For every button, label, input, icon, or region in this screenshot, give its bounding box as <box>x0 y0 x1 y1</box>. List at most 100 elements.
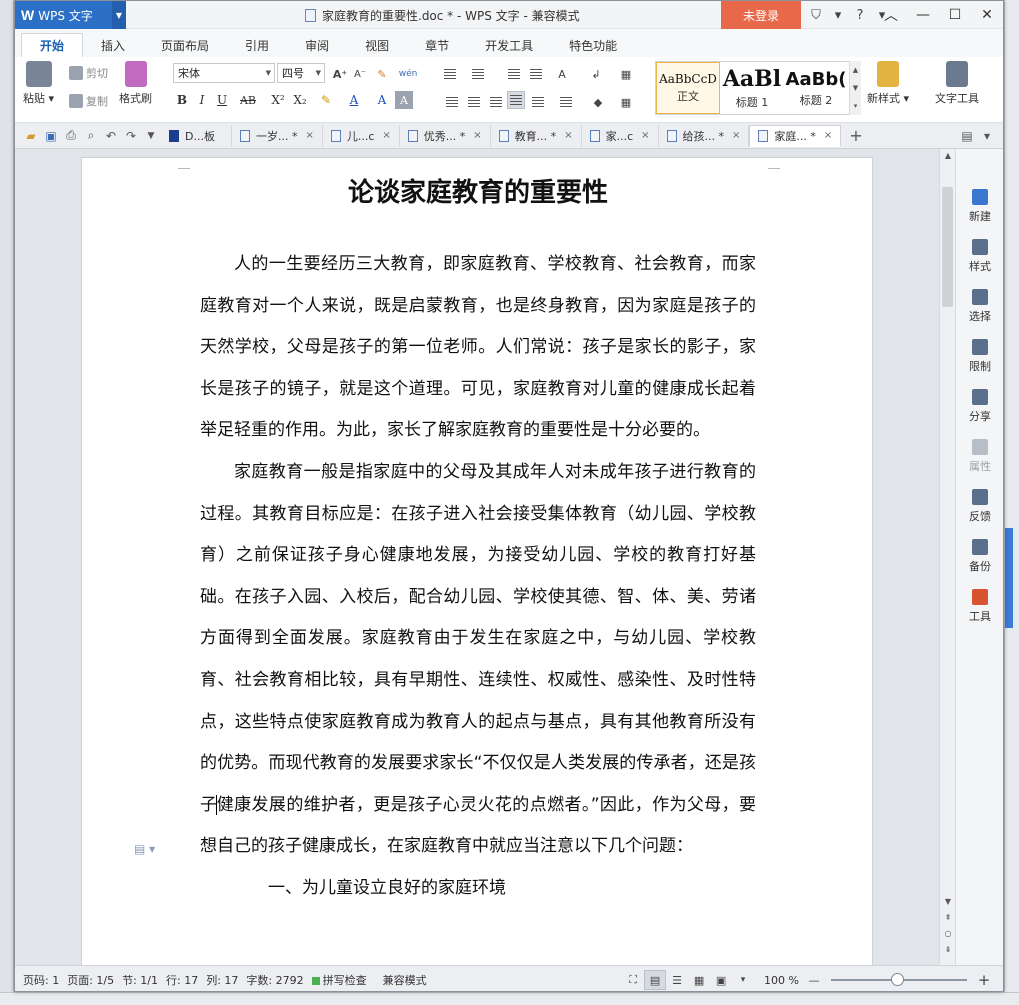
borders-icon[interactable]: ▦ <box>617 93 635 111</box>
superscript-icon[interactable]: X² <box>269 91 287 109</box>
undo-icon[interactable]: ↶ <box>101 126 121 146</box>
side-properties-button[interactable]: 属性 <box>956 439 1003 474</box>
close-icon[interactable]: × <box>473 130 481 141</box>
align-right-icon[interactable] <box>487 93 505 111</box>
side-feedback-button[interactable]: 反馈 <box>956 489 1003 524</box>
tab-home[interactable]: 开始 <box>21 33 84 57</box>
side-tools-button[interactable]: 工具 <box>956 589 1003 624</box>
doc-tab[interactable]: 给孩... * × <box>659 124 750 147</box>
bold-icon[interactable]: B <box>173 91 191 109</box>
style-gallery-scroll[interactable]: ▲ ▼ ▾ <box>849 61 861 115</box>
decrease-indent-icon[interactable] <box>505 65 523 83</box>
save-icon[interactable]: ▣ <box>41 126 61 146</box>
status-word-count[interactable]: 字数: 2792 <box>242 972 307 988</box>
phonetic-guide-icon[interactable]: wén <box>399 65 418 83</box>
tab-review[interactable]: 审阅 <box>287 33 347 57</box>
scrollbar-thumb[interactable] <box>942 187 953 307</box>
redo-icon[interactable]: ↷ <box>121 126 141 146</box>
view-dropdown-icon[interactable]: ▾ <box>732 970 754 990</box>
scroll-up-icon[interactable]: ▲ <box>940 151 956 160</box>
paragraph[interactable]: 一、为儿童设立良好的家庭环境 <box>200 868 756 910</box>
doc-tab[interactable]: 一岁... * × <box>232 124 323 147</box>
chinese-layout-icon[interactable]: A <box>553 65 571 83</box>
customize-dropdown-icon[interactable]: ▼ <box>141 126 161 146</box>
paste-button[interactable]: 粘贴 ▾ <box>23 61 54 106</box>
zoom-slider[interactable] <box>831 973 967 986</box>
open-folder-icon[interactable]: ▰ <box>21 126 41 146</box>
next-page-icon[interactable]: ⇟ <box>940 945 956 954</box>
tab-list-icon[interactable]: ▤ <box>957 126 977 146</box>
close-icon[interactable]: × <box>564 130 572 141</box>
clear-format-icon[interactable]: ✎ <box>373 65 391 83</box>
close-icon[interactable]: ✕ <box>971 1 1003 29</box>
new-tab-plus-icon[interactable]: + <box>841 125 870 147</box>
tab-sections[interactable]: 章节 <box>407 33 467 57</box>
gallery-expand-icon[interactable]: ▾ <box>854 102 858 110</box>
document-body[interactable]: 人的一生要经历三大教育，即家庭教育、学校教育、社会教育，而家庭教育对一个人来说，… <box>200 244 756 910</box>
status-row[interactable]: 行: 17 <box>162 972 202 988</box>
style-normal[interactable]: AaBbCcD 正文 <box>656 62 720 114</box>
tab-developer[interactable]: 开发工具 <box>467 33 551 57</box>
vertical-scrollbar[interactable]: ▲ ▼ ⇞ ○ ⇟ <box>939 149 955 965</box>
tab-menu-icon[interactable]: ▾ <box>977 126 997 146</box>
close-icon[interactable]: × <box>641 130 649 141</box>
print-preview-icon[interactable]: ⌕ <box>81 126 101 146</box>
side-share-button[interactable]: 分享 <box>956 389 1003 424</box>
highlight-icon[interactable]: ✎ <box>317 91 335 109</box>
app-menu-dropdown-icon[interactable]: ▼ <box>112 1 126 29</box>
font-name-select[interactable]: 宋体 ▼ <box>173 63 275 83</box>
doc-tab[interactable]: 家...c × <box>582 124 659 147</box>
zoom-slider-knob[interactable] <box>891 973 904 986</box>
status-page-number[interactable]: 页码: 1 <box>15 972 63 988</box>
status-spell-check[interactable]: 拼写检查 <box>308 972 371 988</box>
distributed-align-icon[interactable] <box>529 93 547 111</box>
side-backup-button[interactable]: 备份 <box>956 539 1003 574</box>
underline-icon[interactable]: U <box>213 91 231 109</box>
print-icon[interactable]: ⎙ <box>61 126 81 146</box>
italic-icon[interactable]: I <box>193 91 211 109</box>
web-view-icon[interactable]: ▦ <box>688 970 710 990</box>
format-painter-button[interactable]: 格式刷 <box>119 61 152 106</box>
grow-font-icon[interactable]: A⁺ <box>331 65 349 83</box>
tab-special-features[interactable]: 特色功能 <box>551 33 635 57</box>
status-section[interactable]: 节: 1/1 <box>118 972 162 988</box>
text-effect-icon[interactable]: A <box>373 91 391 109</box>
doc-tab-active[interactable]: 家庭... * × <box>749 124 842 147</box>
doc-tab[interactable]: D...板 <box>161 124 232 147</box>
document-page[interactable]: 论谈家庭教育的重要性 人的一生要经历三大教育，即家庭教育、学校教育、社会教育，而… <box>81 157 873 965</box>
paragraph[interactable]: 家庭教育一般是指家庭中的父母及其成年人对未成年孩子进行教育的过程。其教育目标应是… <box>200 452 756 868</box>
fullscreen-icon[interactable]: ⛶ <box>622 970 644 990</box>
copy-button[interactable]: 复制 <box>69 93 108 109</box>
side-styles-button[interactable]: 样式 <box>956 239 1003 274</box>
show-marks-icon[interactable]: ↲ <box>587 65 605 83</box>
doc-tab[interactable]: 教育... * × <box>491 124 582 147</box>
side-select-button[interactable]: 选择 <box>956 289 1003 324</box>
login-button[interactable]: 未登录 <box>721 1 801 29</box>
strikethrough-icon[interactable]: AB <box>239 91 257 109</box>
char-shading-icon[interactable]: A <box>395 91 413 109</box>
close-icon[interactable]: × <box>824 130 832 141</box>
line-spacing-icon[interactable] <box>557 93 575 111</box>
zoom-in-icon[interactable]: + <box>973 970 995 990</box>
select-browse-object-icon[interactable]: ○ <box>940 929 956 938</box>
text-tools-button[interactable]: 文字工具 <box>935 61 979 106</box>
shading-icon[interactable]: ◆ <box>589 93 607 111</box>
style-heading-2[interactable]: AaBb( 标题 2 <box>784 62 848 114</box>
prev-page-icon[interactable]: ⇞ <box>940 913 956 922</box>
doc-tab[interactable]: 优秀... * × <box>400 124 491 147</box>
tab-page-layout[interactable]: 页面布局 <box>143 33 227 57</box>
side-restrict-button[interactable]: 限制 <box>956 339 1003 374</box>
document-title[interactable]: 论谈家庭教育的重要性 <box>82 172 874 209</box>
document-canvas[interactable]: 论谈家庭教育的重要性 人的一生要经历三大教育，即家庭教育、学校教育、社会教育，而… <box>15 149 941 965</box>
collapse-ribbon-icon[interactable]: ︿ <box>875 1 907 29</box>
font-size-select[interactable]: 四号 ▼ <box>277 63 325 83</box>
scroll-down-icon[interactable]: ▼ <box>940 897 956 906</box>
page-view-icon[interactable]: ▤ <box>644 970 667 990</box>
paragraph[interactable]: 人的一生要经历三大教育，即家庭教育、学校教育、社会教育，而家庭教育对一个人来说，… <box>200 244 756 452</box>
settings-icon[interactable]: ▾ <box>827 1 849 29</box>
shrink-font-icon[interactable]: A⁻ <box>351 65 369 83</box>
paragraph-layout-icon[interactable]: ▤ ▾ <box>134 842 155 856</box>
tab-references[interactable]: 引用 <box>227 33 287 57</box>
new-style-button[interactable]: 新样式 ▾ <box>867 61 909 106</box>
outline-view-icon[interactable]: ☰ <box>666 970 688 990</box>
